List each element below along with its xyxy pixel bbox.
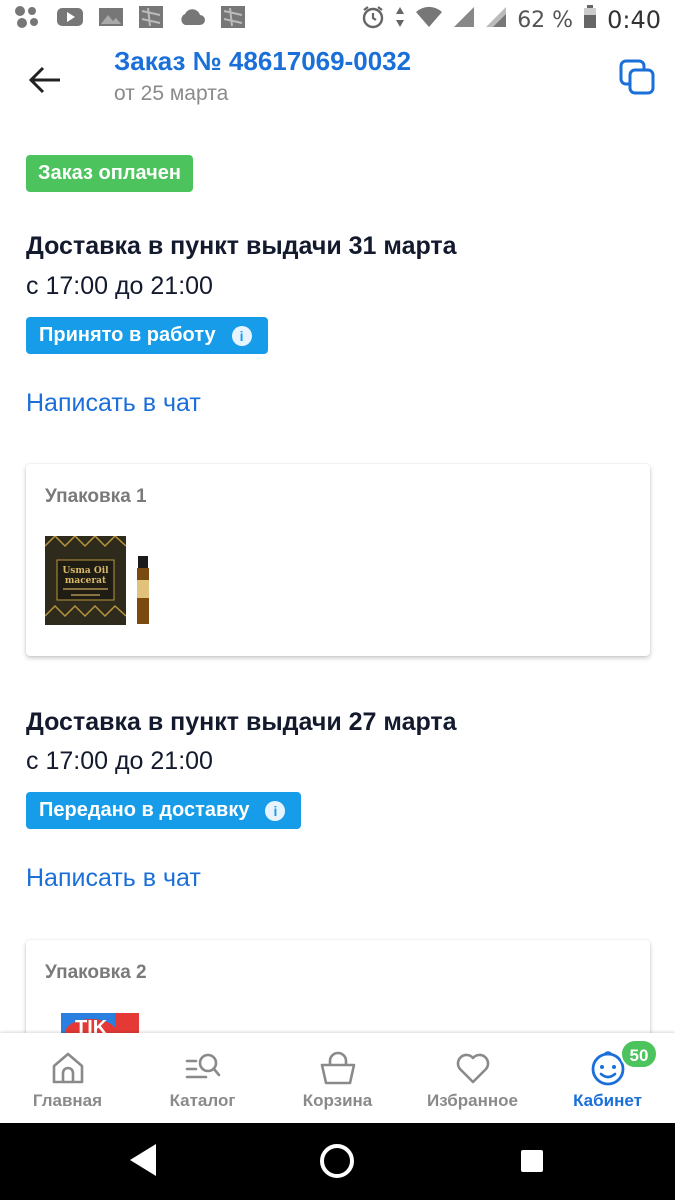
nav-item-home[interactable]: Главная xyxy=(0,1033,135,1123)
package-title: Упаковка 2 xyxy=(45,962,147,983)
system-back-button[interactable] xyxy=(128,1142,158,1182)
status-bar: 62 % 0:40 xyxy=(0,0,675,40)
system-home-button[interactable] xyxy=(318,1142,356,1184)
delivery-time: с 17:00 до 21:00 xyxy=(26,747,213,775)
bottom-navigation: Главная Каталог Корзина Избранное Кабине… xyxy=(0,1033,675,1123)
nav-item-favorites[interactable]: Избранное xyxy=(405,1033,540,1123)
catalog-search-icon xyxy=(185,1053,220,1079)
nav-label: Избранное xyxy=(427,1091,518,1110)
delivery-status-badge[interactable]: Передано в доставку i xyxy=(26,792,302,829)
delivery-status-badge[interactable]: Принято в работу i xyxy=(26,317,268,354)
order-paid-badge: Заказ оплачен xyxy=(26,155,193,192)
basket-icon xyxy=(320,1051,355,1085)
chat-link[interactable]: Написать в чат xyxy=(26,864,201,893)
triangle-back-icon xyxy=(130,1144,156,1176)
nav-label: Кабинет xyxy=(573,1091,642,1110)
system-recents-button[interactable] xyxy=(520,1149,544,1177)
delivery-title: Доставка в пункт выдачи 31 марта xyxy=(26,232,457,260)
wifi-icon xyxy=(415,6,443,34)
nav-label: Главная xyxy=(32,1091,103,1110)
heart-icon xyxy=(456,1053,489,1084)
nav-item-cabinet[interactable]: Кабинет 50 xyxy=(540,1033,675,1123)
signal-icon xyxy=(485,6,507,34)
page-title: Заказ № 48617069-0032 xyxy=(114,46,412,76)
home-icon xyxy=(52,1052,83,1084)
bonus-count-badge: 50 xyxy=(620,1039,658,1069)
product-thumbnail[interactable] xyxy=(136,556,150,626)
battery-percent: 62 % xyxy=(517,7,574,33)
clock: 0:40 xyxy=(607,6,661,34)
copy-icon xyxy=(619,59,655,95)
nav-label: Каталог xyxy=(169,1091,236,1110)
data-arrows-icon xyxy=(395,6,405,34)
delivery-status-label: Передано в доставку xyxy=(39,799,250,821)
back-button[interactable] xyxy=(26,60,66,100)
youtube-icon xyxy=(56,6,84,34)
product-thumbnail[interactable]: Usma Oil macerat xyxy=(45,536,126,625)
nav-item-basket[interactable]: Корзина xyxy=(270,1033,405,1123)
nav-label: Корзина xyxy=(302,1091,373,1110)
signal-icon xyxy=(453,6,475,34)
square-recents-icon xyxy=(521,1150,543,1172)
copy-button[interactable] xyxy=(618,58,656,96)
nav-item-catalog[interactable]: Каталог xyxy=(135,1033,270,1123)
chat-link[interactable]: Написать в чат xyxy=(26,389,201,418)
delivery-title: Доставка в пункт выдачи 27 марта xyxy=(26,708,457,736)
info-icon[interactable]: i xyxy=(265,800,286,821)
order-date: от 25 марта xyxy=(114,82,229,105)
alarm-icon xyxy=(361,5,385,35)
circle-home-icon xyxy=(320,1144,354,1178)
app-bar: Заказ № 48617069-0032 от 25 марта xyxy=(0,40,675,120)
image-icon xyxy=(98,6,124,34)
app-grid-icon xyxy=(220,5,246,35)
notification-dots-icon xyxy=(14,5,42,35)
cloud-icon xyxy=(178,7,206,33)
info-icon[interactable]: i xyxy=(231,325,252,346)
package-title: Упаковка 1 xyxy=(45,486,147,507)
system-navigation-bar xyxy=(0,1123,675,1200)
battery-icon xyxy=(583,5,597,35)
app-grid-icon xyxy=(138,5,164,35)
delivery-status-label: Принято в работу xyxy=(39,324,216,346)
delivery-time: с 17:00 до 21:00 xyxy=(26,272,213,300)
product-thumbnail-text: Usma Oil macerat xyxy=(62,566,109,586)
package-card[interactable]: Упаковка 1 Usma Oil macerat xyxy=(26,464,650,656)
arrow-left-icon xyxy=(28,66,60,94)
